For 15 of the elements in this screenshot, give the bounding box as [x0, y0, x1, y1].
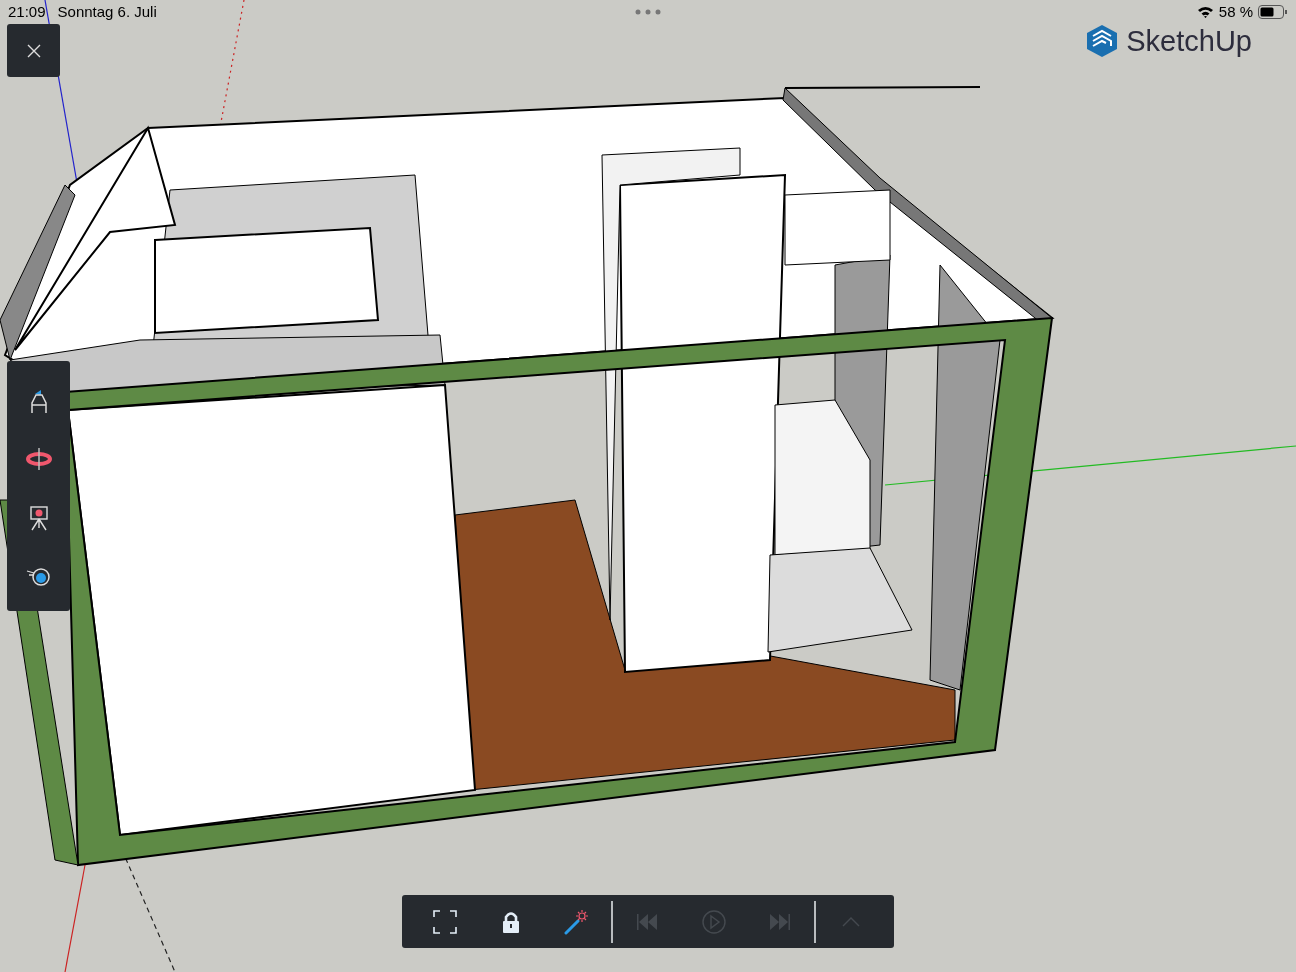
fullscreen-icon	[431, 908, 458, 935]
status-date: Sonntag 6. Juli	[57, 3, 157, 20]
play-icon	[700, 908, 727, 935]
logo-icon	[1086, 24, 1119, 58]
close-button[interactable]	[7, 24, 60, 77]
battery-icon	[1258, 4, 1288, 19]
status-time: 21:09	[8, 3, 46, 20]
more-dots-icon[interactable]	[635, 9, 661, 15]
wifi-icon	[1196, 5, 1214, 18]
logo-text: SketchUp	[1126, 24, 1252, 58]
orbit-icon[interactable]	[24, 446, 53, 471]
magic-wand-icon	[563, 908, 590, 935]
camera-icon[interactable]	[27, 503, 50, 532]
battery-percent: 58 %	[1218, 3, 1253, 20]
close-icon	[26, 43, 41, 58]
